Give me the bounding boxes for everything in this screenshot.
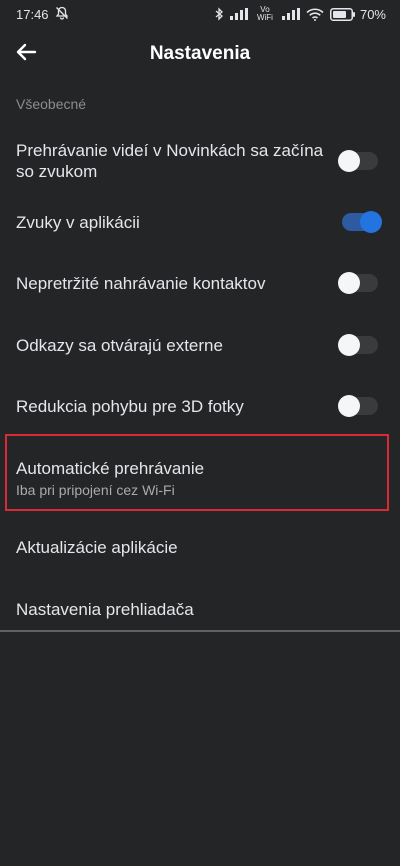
mute-icon [55, 6, 69, 23]
battery-percent: 70% [359, 6, 386, 22]
settings-list: Prehrávanie videí v Novinkách sa začína … [0, 126, 400, 640]
toggle-knob [338, 150, 360, 172]
toggle-switch-news-video-sound[interactable] [338, 150, 378, 172]
arrow-left-icon [14, 40, 38, 69]
setting-news-video-sound[interactable]: Prehrávanie videí v Novinkách sa začína … [0, 126, 400, 196]
setting-app-sounds[interactable]: Zvuky v aplikácii [0, 196, 400, 248]
divider [0, 630, 400, 632]
setting-label: Nastavenia prehliadača [16, 599, 194, 619]
battery-indicator: 70% [329, 6, 386, 22]
setting-label: Odkazy sa otvárajú externe [16, 335, 223, 355]
toggle-knob [338, 272, 360, 294]
app-bar: Nastavenia [0, 28, 400, 80]
page-title: Nastavenia [149, 43, 251, 64]
vowifi-label: Vo WiFi [256, 5, 273, 22]
setting-label: Zvuky v aplikácii [16, 212, 140, 232]
signal-icon-2 [281, 8, 300, 20]
toggle-switch-reduce-3d-motion[interactable] [338, 395, 378, 417]
status-time: 17:46 [16, 6, 49, 22]
toggle-switch-app-sounds[interactable] [342, 211, 382, 233]
setting-label: Redukcia pohybu pre 3D fotky [16, 396, 244, 416]
toggle-knob [338, 334, 360, 356]
toggle-switch-links-external[interactable] [338, 334, 378, 356]
battery-icon [329, 7, 356, 21]
wifi-icon [306, 8, 324, 21]
setting-label: Nepretržité nahrávanie kontaktov [16, 273, 266, 293]
bluetooth-icon [214, 7, 224, 21]
toggle-switch-contact-upload[interactable] [338, 272, 378, 294]
highlight-box [5, 434, 389, 511]
status-bar: 17:46 Vo WiFi 70% [0, 0, 400, 28]
setting-reduce-3d-motion[interactable]: Redukcia pohybu pre 3D fotky [0, 372, 400, 440]
section-label-general: Všeobecné [16, 96, 87, 112]
setting-app-updates[interactable]: Aktualizácie aplikácie [0, 516, 400, 578]
setting-continuous-contact-upload[interactable]: Nepretržité nahrávanie kontaktov [0, 248, 400, 318]
setting-links-open-externally[interactable]: Odkazy sa otvárajú externe [0, 318, 400, 372]
signal-icon [229, 8, 248, 20]
back-button[interactable] [10, 38, 42, 70]
toggle-knob [360, 211, 382, 233]
setting-label: Aktualizácie aplikácie [16, 537, 178, 557]
toggle-knob [338, 395, 360, 417]
setting-label: Prehrávanie videí v Novinkách sa začína … [16, 141, 324, 181]
